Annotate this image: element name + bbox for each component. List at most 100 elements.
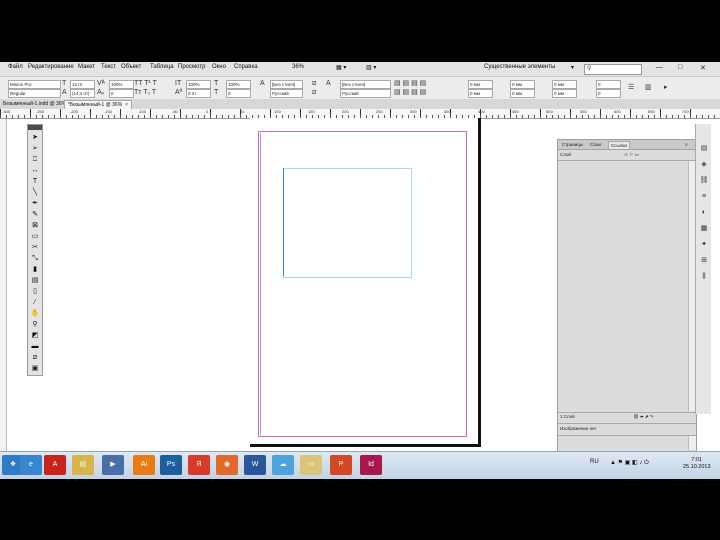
screen-mode-icon[interactable]: ▥ ▾ — [366, 64, 376, 71]
text-frame[interactable] — [283, 168, 412, 278]
skype-icon[interactable]: ☁ — [272, 455, 294, 475]
explorer-icon[interactable]: ▤ — [72, 455, 94, 475]
view-options-icon[interactable]: ▦ ▾ — [336, 64, 346, 71]
note-tool[interactable]: ▯ — [30, 287, 40, 296]
stroke-color-icon[interactable]: ⧄ — [312, 89, 316, 97]
menu-table[interactable]: Таблица — [150, 64, 174, 70]
zoom-tool[interactable]: ⚲ — [30, 320, 40, 329]
fill-color-icon[interactable]: ⧄ — [312, 80, 316, 88]
maximize-button[interactable]: □ — [678, 64, 682, 71]
columns-icon[interactable]: ▥ — [645, 84, 652, 92]
menu-object[interactable]: Объект — [121, 64, 141, 70]
tab-pages[interactable]: Страницы — [560, 141, 585, 148]
hand-tool[interactable]: ✋ — [30, 309, 40, 318]
powerpoint-icon[interactable]: P — [330, 455, 352, 475]
word-icon[interactable]: W — [244, 455, 266, 475]
tools-panel-header[interactable] — [28, 125, 42, 130]
direct-selection-tool[interactable]: ➢ — [30, 144, 40, 153]
para-lang-field[interactable]: Русский — [340, 89, 391, 98]
photoshop-icon[interactable]: Ps — [160, 455, 182, 475]
screen-mode[interactable]: ▣ — [30, 364, 40, 373]
panel-actions-icon[interactable]: ⛓ ⬌ ⬈ ✎ — [633, 414, 654, 420]
font-size-field[interactable]: 12 пт — [70, 80, 95, 89]
pages-icon[interactable]: ▤ — [699, 144, 709, 153]
zoom-level[interactable]: 36% — [292, 64, 304, 70]
help-search-input[interactable]: ⚲ — [584, 64, 642, 75]
gradient-swatch-tool[interactable]: ▮ — [30, 265, 40, 274]
tab-document-2[interactable]: *Безымянный-1 @ 36% × — [64, 100, 133, 109]
rectangle-tool[interactable]: ▭ — [30, 232, 40, 241]
type-tool[interactable]: T — [30, 177, 40, 186]
color-icon[interactable]: ◐ — [699, 208, 709, 217]
system-clock[interactable]: 7:01 25.10.2013 — [683, 457, 711, 471]
tracking-field[interactable]: 100% — [109, 80, 134, 89]
layer-icons[interactable]: ⚠ ⚐ ▭ — [624, 152, 639, 158]
align-icon[interactable]: ⫼ — [699, 272, 709, 281]
apply-color[interactable]: ▬ — [30, 342, 40, 351]
menu-help[interactable]: Справка — [234, 64, 258, 70]
small-caps-icon[interactable]: Tт T₁ T — [134, 89, 156, 97]
left-indent-field[interactable]: 0 мм — [468, 80, 493, 89]
skew-field[interactable]: 0 — [226, 89, 251, 98]
folder-icon[interactable]: ▭ — [300, 455, 322, 475]
baseline-field[interactable]: 0 пт — [186, 89, 211, 98]
align-left-icon[interactable]: ▤ ▤ ▤ ▤ — [394, 80, 426, 88]
tab-close-icon[interactable]: × — [125, 102, 128, 108]
minimize-button[interactable]: — — [656, 64, 663, 71]
menu-window[interactable]: Окно — [212, 64, 226, 70]
language-field[interactable]: Русский — [270, 89, 303, 98]
char-style-field[interactable]: [Без стиля] — [270, 80, 303, 89]
eyedropper-tool[interactable]: ⁄ — [30, 298, 40, 307]
links-icon[interactable]: ⛓ — [699, 176, 709, 185]
layer-row[interactable]: Слой — [560, 152, 571, 157]
scale-field[interactable]: 100% — [186, 80, 211, 89]
scissors-tool[interactable]: ✂ — [30, 243, 40, 252]
space-before-field[interactable]: 0 мм — [552, 80, 577, 89]
tab-links[interactable]: Ссылки — [608, 141, 630, 149]
tab-layers[interactable]: Слои — [588, 141, 603, 148]
media-player-icon[interactable]: ▶ — [102, 455, 124, 475]
tray-icons[interactable]: ▲ ⚑ ▣ ◧ ♪ ⏻ — [610, 459, 649, 467]
firefox-icon[interactable]: ◉ — [216, 455, 238, 475]
illustrator-icon[interactable]: Ai — [133, 455, 155, 475]
menu-layout[interactable]: Макет — [78, 64, 95, 70]
drop-cap-lines-field[interactable]: 0 — [596, 89, 621, 98]
effects-icon[interactable]: ✦ — [699, 240, 709, 249]
font-style-field[interactable]: Regular — [8, 89, 61, 98]
pen-tool[interactable]: ✒ — [30, 199, 40, 208]
align-justify-icon[interactable]: ▤ ▤ ▤ ▤ — [394, 89, 426, 97]
first-indent-field[interactable]: 0 мм — [468, 89, 493, 98]
gradient-feather-tool[interactable]: ▤ — [30, 276, 40, 285]
bullets-icon[interactable]: ☰ — [628, 84, 634, 92]
hscale-field[interactable]: 100% — [226, 80, 251, 89]
menu-type[interactable]: Текст — [101, 64, 116, 70]
menu-edit[interactable]: Редактирование — [28, 64, 74, 70]
last-indent-field[interactable]: 0 мм — [510, 89, 535, 98]
right-indent-field[interactable]: 0 мм — [510, 80, 535, 89]
para-style-field[interactable]: [Без стиля] — [340, 80, 391, 89]
line-tool[interactable]: ╲ — [30, 188, 40, 197]
align-icon[interactable]: A — [326, 80, 331, 88]
menu-view[interactable]: Просмотр — [178, 64, 205, 70]
ie-icon[interactable]: e — [20, 455, 42, 475]
stroke-icon[interactable]: ≡ — [699, 192, 709, 201]
space-after-field[interactable]: 0 мм — [552, 89, 577, 98]
layers-icon[interactable]: ◈ — [699, 160, 709, 169]
kerning-field[interactable]: 0 — [109, 89, 134, 98]
language-indicator[interactable]: RU — [590, 459, 599, 465]
indesign-icon[interactable]: Id — [360, 455, 382, 475]
info-scrollbar[interactable] — [688, 436, 696, 450]
swatches-icon[interactable]: ▦ — [699, 224, 709, 233]
selection-tool[interactable]: ➤ — [30, 133, 40, 142]
all-caps-icon[interactable]: TT T¹ T — [134, 80, 157, 88]
text-wrap-icon[interactable]: ⊞ — [699, 256, 709, 265]
free-transform-tool[interactable]: ⤡ — [30, 254, 40, 263]
rectangle-frame-tool[interactable]: ⊠ — [30, 221, 40, 230]
pencil-tool[interactable]: ✎ — [30, 210, 40, 219]
panel-menu-icon[interactable]: ≡ — [683, 141, 690, 148]
leading-field[interactable]: (14,4 пт) — [70, 89, 95, 98]
page-tool[interactable]: ⎕ — [30, 155, 40, 164]
yandex-icon[interactable]: Я — [188, 455, 210, 475]
drop-cap-field[interactable]: 0 — [596, 80, 621, 89]
close-button[interactable]: ✕ — [700, 64, 706, 72]
